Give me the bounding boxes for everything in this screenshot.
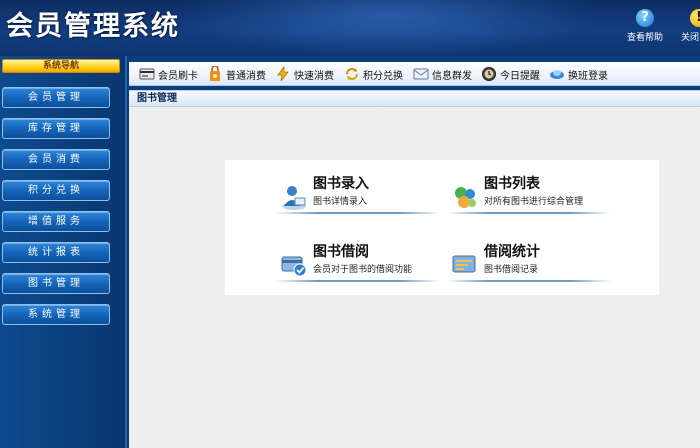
help-icon: ? — [636, 9, 654, 27]
book-list-icon — [455, 187, 476, 208]
card-title: 图书列表 — [484, 176, 540, 192]
header-glow — [180, 0, 600, 56]
switch-shift-icon — [550, 70, 564, 79]
card-title: 借阅统计 — [484, 244, 540, 260]
sidebar: 系统导航 会员管理 库存管理 会员消费 积分兑换 增值服务 统计报表 图书管理 … — [0, 56, 127, 448]
toolbar-points-exchange-button[interactable]: 积分兑换 — [344, 65, 403, 83]
sidebar-item-system[interactable]: 系统管理 — [2, 304, 110, 325]
sidebar-item-inventory[interactable]: 库存管理 — [2, 118, 110, 139]
card-book-entry[interactable]: 图书录入 图书详情录入 — [275, 172, 443, 224]
book-entry-icon — [282, 186, 306, 210]
toolbar-quick-consume-button[interactable]: 快速消费 — [275, 65, 334, 83]
toolbar-broadcast-button[interactable]: 信息群发 — [413, 65, 472, 83]
toolbar-member-card-button[interactable]: 会员刷卡 — [139, 65, 198, 83]
card-description: 图书借阅记录 — [484, 265, 539, 275]
card-description: 图书详情录入 — [313, 197, 368, 207]
card-divider — [275, 212, 441, 214]
warning-icon: ! — [690, 9, 700, 27]
toolbar-today-reminder-button[interactable]: 今日提醒 — [481, 65, 540, 83]
card-borrow-stats[interactable]: 借阅统计 图书借阅记录 — [446, 240, 614, 292]
lightning-icon — [277, 66, 289, 82]
borrow-stats-icon — [452, 255, 476, 273]
card-reader-icon — [139, 68, 155, 80]
toolbar-normal-consume-button[interactable]: 普通消费 — [207, 65, 266, 83]
message-icon — [413, 68, 429, 80]
toolbar-shift-login-button[interactable]: 换班登录 — [549, 65, 608, 83]
close-system-button[interactable]: ! 关闭系统 — [676, 7, 700, 45]
card-divider — [446, 212, 612, 214]
exchange-icon — [346, 68, 358, 80]
sidebar-item-points-exchange[interactable]: 积分兑换 — [2, 180, 110, 201]
app-title: 会员管理系统 — [6, 11, 180, 42]
sidebar-item-member-management[interactable]: 会员管理 — [2, 87, 110, 108]
nav-header: 系统导航 — [2, 59, 120, 73]
sidebar-item-member-consumption[interactable]: 会员消费 — [2, 149, 110, 170]
help-button[interactable]: ? 查看帮助 — [622, 7, 668, 45]
main-content: 图书录入 图书详情录入 图书列表 对所有图书进行综合管理 图书借阅 会员对于图书… — [129, 107, 700, 448]
card-divider — [275, 280, 441, 282]
card-description: 对所有图书进行综合管理 — [484, 197, 584, 207]
card-divider — [446, 280, 612, 282]
card-title: 图书录入 — [313, 176, 369, 192]
card-book-borrow[interactable]: 图书借阅 会员对于图书的借阅功能 — [275, 240, 443, 292]
card-book-list[interactable]: 图书列表 对所有图书进行综合管理 — [446, 172, 614, 224]
function-panel: 图书录入 图书详情录入 图书列表 对所有图书进行综合管理 图书借阅 会员对于图书… — [225, 160, 659, 295]
sidebar-item-value-added[interactable]: 增值服务 — [2, 211, 110, 232]
breadcrumb: 图书管理 — [129, 90, 700, 107]
card-title: 图书借阅 — [313, 244, 369, 260]
clock-icon — [482, 67, 496, 81]
help-label: 查看帮助 — [626, 33, 663, 43]
book-borrow-icon — [281, 256, 307, 277]
shopping-icon — [210, 66, 220, 81]
card-description: 会员对于图书的借阅功能 — [313, 265, 413, 275]
toolbar: 会员刷卡 普通消费 快速消费 积分兑换 信息群发 今日提醒 换班登录 — [129, 62, 700, 86]
sidebar-item-reports[interactable]: 统计报表 — [2, 242, 110, 263]
header-bar: 会员管理系统 ? 查看帮助 ! 关闭系统 — [0, 0, 700, 56]
sidebar-item-books[interactable]: 图书管理 — [2, 273, 110, 294]
close-label: 关闭系统 — [680, 33, 700, 43]
